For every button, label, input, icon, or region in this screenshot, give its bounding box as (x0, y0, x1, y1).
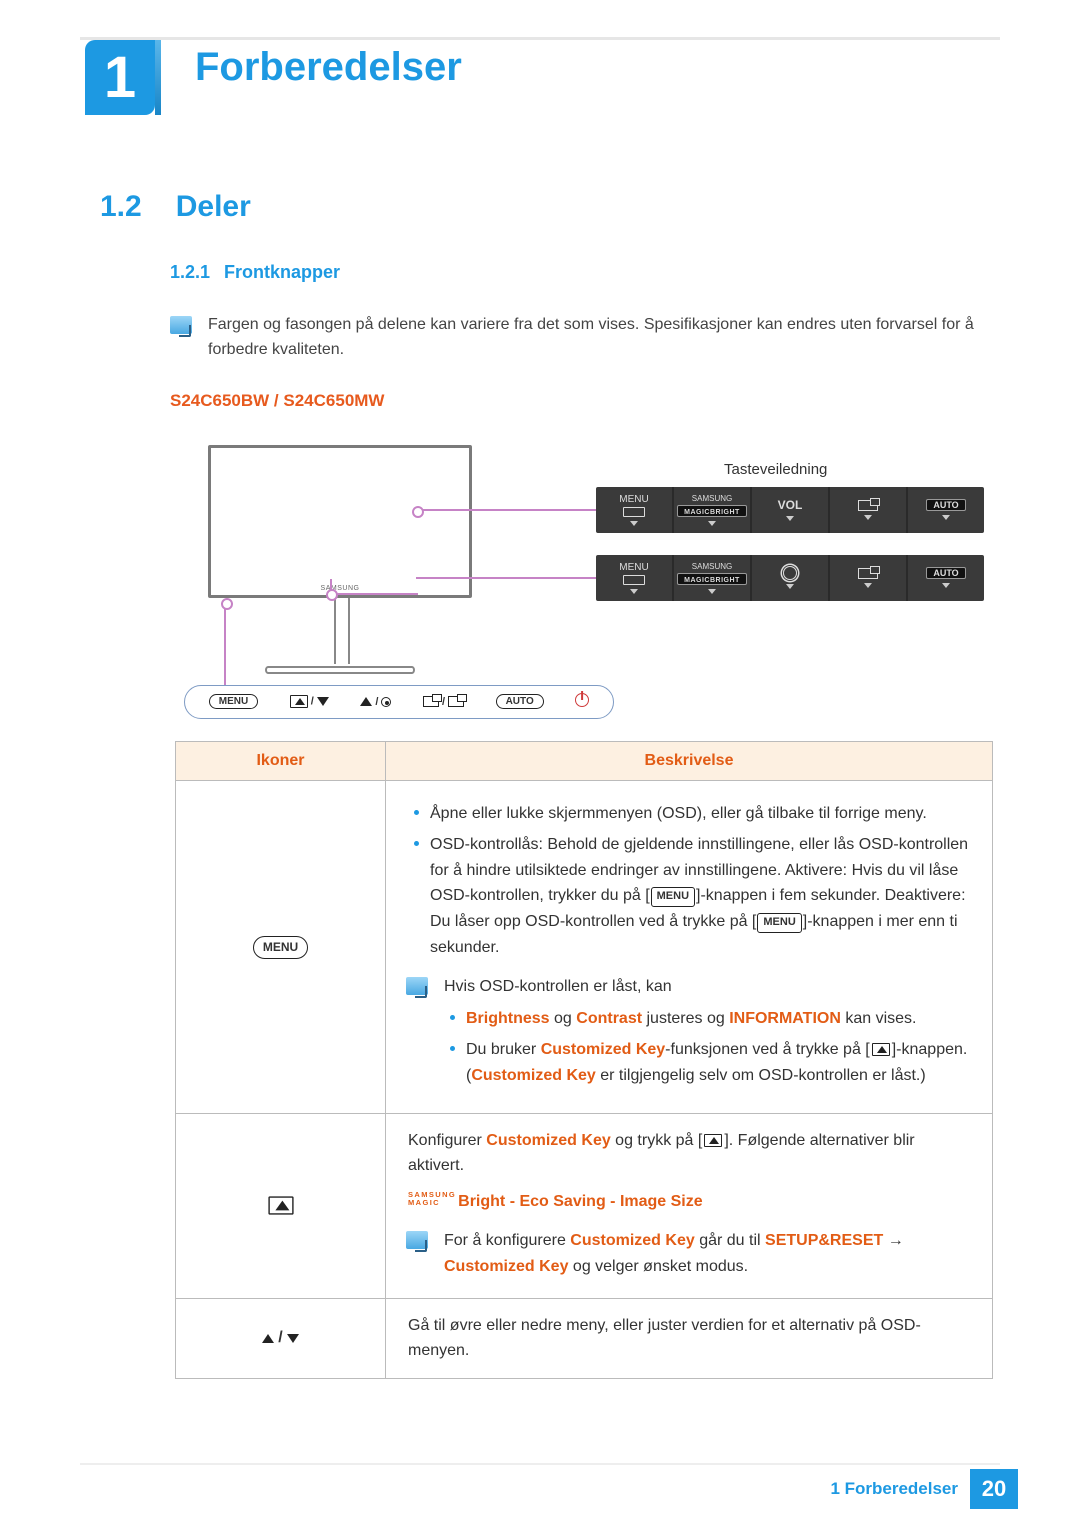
buttons-table: Ikoner Beskrivelse MENU Åpne eller lukke… (175, 741, 993, 1379)
btn-menu: MENU (209, 694, 258, 709)
menu-chip-icon: MENU (651, 887, 695, 907)
subsection-heading: 1.2.1 Frontknapper (170, 262, 1000, 283)
up-rect-icon (268, 1196, 293, 1214)
osd-panel-row2: MENU SAMSUNGMAGICBRIGHT AUTO (596, 555, 984, 601)
list-item: OSD-kontrollås: Behold de gjeldende inns… (408, 832, 970, 960)
footer-label: 1 Forberedelser (830, 1479, 958, 1499)
note-box: Fargen og fasongen på delene kan variere… (170, 313, 1000, 363)
section-heading: 1.2 Deler (100, 190, 1000, 224)
leader-line (416, 577, 596, 579)
btn-power (575, 693, 589, 710)
page-number: 20 (970, 1469, 1018, 1509)
btn-source: / (423, 696, 464, 708)
subsection-title: Frontknapper (224, 262, 340, 282)
front-buttons-figure: SAMSUNG Tasteveiledning MENU SAMSUNGMAGI… (184, 437, 984, 717)
monitor-illustration: SAMSUNG (208, 445, 472, 674)
osd-cell-auto: AUTO (908, 487, 984, 533)
keyguide-label: Tasteveiledning (724, 461, 827, 478)
footer: 1 Forberedelser 20 (830, 1469, 1018, 1509)
list-item: Du bruker Customized Key-funksjonen ved … (444, 1037, 970, 1088)
leader-line (416, 509, 596, 511)
th-desc: Beskrivelse (386, 741, 993, 780)
physical-buttons-box: MENU / / / AUTO (184, 685, 614, 719)
th-icons: Ikoner (176, 741, 386, 780)
info-inset: Hvis OSD-kontrollen er låst, kan Brightn… (408, 974, 970, 1094)
note-text: Fargen og fasongen på delene kan variere… (208, 313, 1000, 363)
desc-cell-menu: Åpne eller lukke skjermmenyen (OSD), ell… (386, 780, 993, 1113)
header-rule (80, 0, 1000, 40)
osd-cell-source (830, 555, 908, 601)
triangle-down-icon (287, 1334, 299, 1343)
up-rect-icon (872, 1043, 890, 1056)
btn-tri-dot: / (360, 696, 391, 708)
icon-cell-uprect (176, 1113, 386, 1298)
chapter-number-tab: 1 (85, 40, 155, 115)
osd-cell-menu: MENU (596, 487, 674, 533)
desc-cell-customkey: Konfigurer Customized Key og trykk på []… (386, 1113, 993, 1298)
note-icon (406, 1231, 428, 1249)
subsection-number: 1.2.1 (170, 262, 210, 282)
triangle-up-icon (262, 1334, 274, 1343)
up-rect-icon (704, 1134, 722, 1147)
note-icon (170, 316, 192, 334)
chapter-title: Forberedelser (195, 45, 462, 90)
list-item: Åpne eller lukke skjermmenyen (OSD), ell… (408, 801, 970, 827)
osd-cell-menu: MENU (596, 555, 674, 601)
osd-cell-magic: SAMSUNGMAGICBRIGHT (674, 487, 752, 533)
osd-cell-source (830, 487, 908, 533)
power-icon (575, 693, 589, 707)
osd-panel-row1: MENU SAMSUNGMAGICBRIGHT VOL AUTO (596, 487, 984, 533)
icon-cell-updown: / (176, 1298, 386, 1378)
osd-cell-vol: VOL (752, 487, 830, 533)
icon-cell-menu: MENU (176, 780, 386, 1113)
osd-cell-brightness (752, 555, 830, 601)
btn-up-down: / (290, 695, 329, 708)
btn-auto: AUTO (496, 694, 544, 709)
table-row: Konfigurer Customized Key og trykk på []… (176, 1113, 993, 1298)
samsung-magic-logo: SAMSUNGMAGIC (408, 1191, 456, 1206)
section-title: Deler (176, 190, 251, 223)
leader-line (224, 601, 226, 685)
list-item: Brightness og Contrast justeres og INFOR… (444, 1006, 970, 1032)
model-heading: S24C650BW / S24C650MW (170, 391, 1000, 411)
osd-cell-magic: SAMSUNGMAGICBRIGHT (674, 555, 752, 601)
table-row: MENU Åpne eller lukke skjermmenyen (OSD)… (176, 780, 993, 1113)
menu-chip-icon: MENU (757, 913, 801, 933)
info-intro: Hvis OSD-kontrollen er låst, kan (444, 974, 970, 1000)
table-row: / Gå til øvre eller nedre meny, eller ju… (176, 1298, 993, 1378)
osd-cell-auto: AUTO (908, 555, 984, 601)
section-number: 1.2 (100, 190, 142, 223)
desc-cell-updown: Gå til øvre eller nedre meny, eller just… (386, 1298, 993, 1378)
note-icon (406, 977, 428, 995)
info-inset: For å konfigurere Customized Key går du … (408, 1228, 970, 1279)
footer-rule (80, 1463, 1000, 1465)
